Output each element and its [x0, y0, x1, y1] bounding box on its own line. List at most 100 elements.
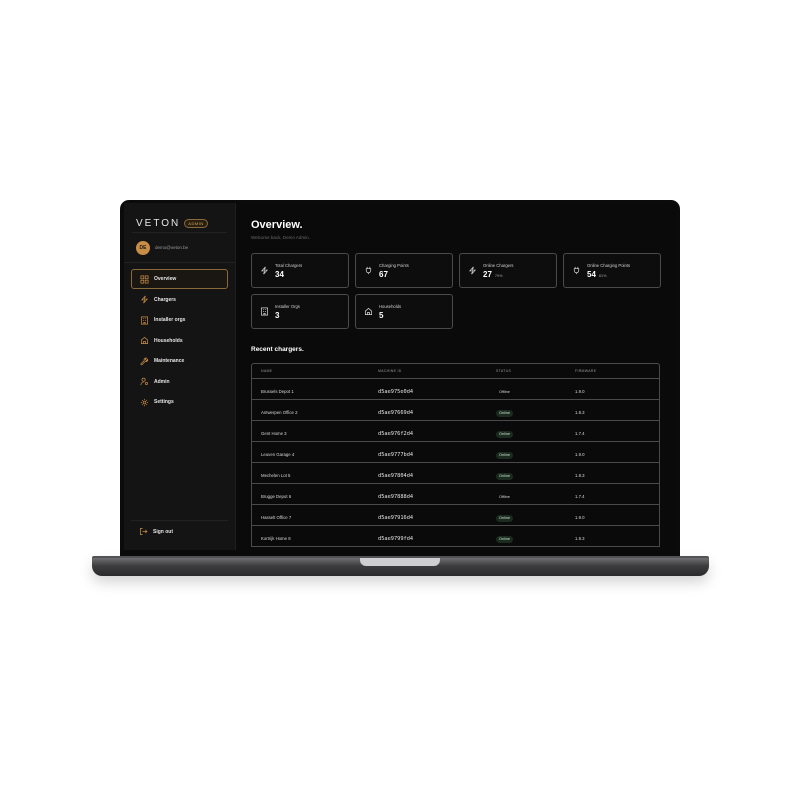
column-header-firmware[interactable]: FIRMWARE [575, 369, 655, 373]
stat-value: 5 [379, 310, 384, 320]
stat-card-households[interactable]: Households 5 [355, 294, 453, 329]
table-row[interactable]: Gent Home 3 d5ae976f2d4 Online 1.7.4 [252, 421, 659, 442]
building-icon [140, 316, 149, 325]
table-body: Brussels Depot 1 d5ae975e0d4 Offline 1.9.0 A… [252, 379, 659, 547]
sidebar-item-label: Chargers [154, 296, 176, 303]
main-content: Overview. Welcome back, Demo Admin. Tota… [236, 203, 676, 550]
grid-icon [140, 275, 149, 284]
admin-badge: ADMIN [184, 219, 208, 228]
machine-id: d5ae97888d4 [378, 494, 414, 500]
sidebar-item-overview[interactable]: Overview [131, 269, 228, 289]
table-row[interactable]: Brussels Depot 1 d5ae975e0d4 Offline 1.9.0 [252, 379, 659, 400]
machine-id: d5ae9777bd4 [378, 452, 414, 458]
sidebar-item-installer-orgs[interactable]: Installer orgs [131, 310, 228, 330]
wrench-icon [140, 357, 149, 366]
bolt-icon [260, 266, 269, 275]
machine-id: d5ae976f2d4 [378, 431, 414, 437]
stat-card-online-chargers[interactable]: Online Chargers 27 79% [459, 253, 557, 288]
sidebar-item-label: Admin [154, 378, 170, 385]
sidebar-item-admin[interactable]: Admin [131, 372, 228, 392]
sidebar: VETON ADMIN DE demo@veton.be Overview Ch… [124, 203, 236, 550]
page-subtitle: Welcome back, Demo Admin. [251, 235, 310, 240]
stat-value: 67 [379, 269, 388, 279]
charger-name: Brussels Depot 1 [261, 389, 294, 394]
table-row[interactable]: Kortrijk Home 8 d5ae9799fd4 Online 1.8.3 [252, 526, 659, 547]
stat-card-total-chargers[interactable]: Total Chargers 34 [251, 253, 349, 288]
stat-value: 27 [483, 269, 492, 279]
stat-label: Charging Points [379, 262, 409, 268]
stat-value: 34 [275, 269, 284, 279]
sidebar-item-label: Settings [154, 399, 174, 405]
stats-row-2: Installer Orgs 3 Households 5 [251, 294, 661, 329]
machine-id: d5ae97804d4 [378, 473, 414, 479]
charger-name: Antwerpen Office 2 [261, 410, 298, 415]
charger-name: Leuven Garage 4 [261, 452, 295, 457]
laptop-mockup: VETON ADMIN DE demo@veton.be Overview Ch… [0, 0, 800, 800]
app-screen: VETON ADMIN DE demo@veton.be Overview Ch… [124, 203, 676, 550]
table-row[interactable]: Brugge Depot 6 d5ae97888d4 Offline 1.7.4 [252, 484, 659, 505]
brand: VETON ADMIN [132, 203, 227, 233]
machine-id: d5ae9799fd4 [378, 536, 414, 542]
avatar: DE [136, 240, 150, 255]
camera-notch [372, 200, 428, 206]
bolt-icon [468, 266, 477, 275]
sidebar-item-label: Overview [154, 276, 177, 282]
sidebar-item-label: Installer orgs [154, 317, 186, 323]
stat-percent: 79% [494, 273, 503, 278]
stat-card-installer-orgs[interactable]: Installer Orgs 3 [251, 294, 349, 329]
firmware-version: 1.7.4 [575, 431, 585, 436]
stat-label: Installer Orgs [275, 303, 300, 309]
status-badge: Online [496, 409, 513, 417]
status-badge: Online [496, 535, 513, 543]
sidebar-item-chargers[interactable]: Chargers [131, 290, 228, 310]
sign-out-label: Sign out [153, 528, 173, 535]
sidebar-nav: Overview Chargers Installer orgs Househo… [124, 267, 235, 415]
charger-name: Mechelen Lot 5 [261, 473, 291, 478]
column-header-machine-id[interactable]: MACHINE ID [378, 369, 496, 373]
firmware-version: 1.9.0 [575, 452, 585, 457]
sidebar-item-settings[interactable]: Settings [131, 392, 228, 412]
sidebar-item-maintenance[interactable]: Maintenance [131, 351, 228, 371]
firmware-version: 1.8.3 [575, 410, 585, 415]
page-title: Overview. [251, 219, 303, 231]
building-icon [260, 307, 269, 316]
stat-label: Total Chargers [275, 262, 303, 268]
stats-row-1: Total Chargers 34 Charging Points 67 Onl… [251, 253, 661, 288]
stat-label: Online Chargers [483, 262, 514, 268]
charger-name: Brugge Depot 6 [261, 494, 292, 499]
status-badge: Online [496, 472, 513, 480]
plug-icon [364, 266, 373, 275]
stat-value: 54 [587, 269, 596, 279]
column-header-status[interactable]: STATUS [496, 369, 575, 373]
table-row[interactable]: Hasselt Office 7 d5ae97916d4 Online 1.9.0 [252, 505, 659, 526]
user-profile[interactable]: DE demo@veton.be [124, 233, 235, 263]
machine-id: d5ae97916d4 [378, 515, 414, 521]
charger-name: Kortrijk Home 8 [261, 536, 291, 541]
charger-name: Hasselt Office 7 [261, 515, 292, 520]
machine-id: d5ae97669d4 [378, 410, 414, 416]
house-icon [140, 336, 149, 345]
sidebar-item-households[interactable]: Households [131, 331, 228, 351]
status-badge: Online [496, 514, 513, 522]
table-row[interactable]: Leuven Garage 4 d5ae9777bd4 Online 1.9.0 [252, 442, 659, 463]
laptop-thumb-notch [360, 558, 440, 566]
house-icon [364, 307, 373, 316]
sign-out-button[interactable]: Sign out [131, 520, 228, 542]
table-header: NAME MACHINE ID STATUS FIRMWARE [252, 364, 659, 379]
stat-label: Online Charging Points [587, 262, 631, 268]
table-row[interactable]: Antwerpen Office 2 d5ae97669d4 Online 1.8.3 [252, 400, 659, 421]
stat-percent: 81% [598, 273, 607, 278]
table-row[interactable]: Mechelen Lot 5 d5ae97804d4 Online 1.8.3 [252, 463, 659, 484]
bolt-icon [140, 295, 149, 304]
column-header-name[interactable]: NAME [252, 369, 378, 373]
user-email: demo@veton.be [155, 245, 189, 250]
stat-card-charging-points[interactable]: Charging Points 67 [355, 253, 453, 288]
stat-card-online-charging-points[interactable]: Online Charging Points 54 81% [563, 253, 661, 288]
sidebar-item-label: Maintenance [154, 358, 185, 364]
user-cog-icon [140, 377, 149, 386]
firmware-version: 1.9.0 [575, 515, 585, 520]
stat-label: Households [379, 303, 402, 309]
stat-value: 3 [275, 310, 280, 320]
brand-logo[interactable]: VETON [136, 218, 180, 229]
firmware-version: 1.8.3 [575, 473, 585, 478]
